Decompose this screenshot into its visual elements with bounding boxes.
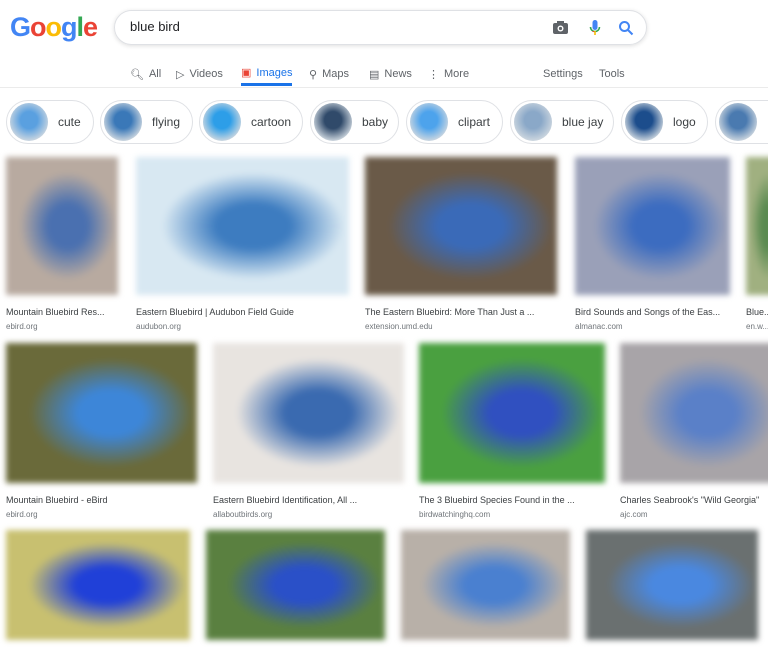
result-source: audubon.org — [136, 322, 181, 331]
result-thumbnail[interactable] — [136, 157, 349, 295]
google-logo[interactable]: Google — [10, 12, 98, 43]
result-thumbnail[interactable] — [6, 530, 190, 640]
image-result[interactable] — [6, 530, 190, 657]
chip-label: blue jay — [562, 115, 604, 129]
search-icon[interactable] — [618, 20, 634, 36]
result-title[interactable]: Mountain Bluebird Res... — [6, 307, 118, 317]
chip-label: baby — [362, 115, 389, 129]
result-source: en.w... — [746, 322, 768, 331]
search-input[interactable] — [130, 19, 530, 34]
tab-maps[interactable]: ⚲ Maps — [309, 62, 349, 86]
chip-label: logo — [673, 115, 696, 129]
related-search-chip[interactable] — [715, 100, 768, 144]
related-search-chip[interactable]: baby — [310, 100, 399, 144]
result-source: almanac.com — [575, 322, 623, 331]
chip-thumbnail — [410, 103, 448, 141]
result-source: ajc.com — [620, 510, 648, 519]
image-result[interactable]: Mountain Bluebird Res... ebird.org — [6, 157, 118, 331]
related-search-chip[interactable]: cartoon — [199, 100, 303, 144]
image-icon: ▣ — [241, 67, 252, 79]
result-title[interactable]: The Eastern Bluebird: More Than Just a .… — [365, 307, 557, 317]
related-search-chip[interactable]: cute — [6, 100, 94, 144]
related-search-chip[interactable]: logo — [621, 100, 708, 144]
chip-label: cute — [58, 115, 81, 129]
image-result[interactable]: Bird Sounds and Songs of the Eas... alman… — [575, 157, 730, 331]
chip-label: cartoon — [251, 115, 292, 129]
microphone-icon[interactable] — [589, 19, 601, 37]
result-thumbnail[interactable] — [365, 157, 557, 295]
tab-news[interactable]: ▤ News — [369, 62, 412, 86]
chip-label: flying — [152, 115, 181, 129]
tab-videos[interactable]: ▷ Videos — [176, 62, 223, 86]
result-thumbnail[interactable] — [620, 343, 768, 483]
image-result[interactable] — [401, 530, 570, 657]
tab-all[interactable]: 🔍︎ All — [130, 62, 161, 86]
tools-link[interactable]: Tools — [599, 62, 625, 86]
result-title[interactable]: The 3 Bluebird Species Found in the ... — [419, 495, 605, 505]
kebab-icon: ⋮ — [428, 68, 439, 81]
result-source: extension.umd.edu — [365, 322, 433, 331]
related-search-chip[interactable]: flying — [100, 100, 193, 144]
image-result[interactable]: Charles Seabrook's "Wild Georgia" ajc.com — [620, 343, 768, 519]
result-title[interactable]: Blue... — [746, 307, 768, 317]
image-result[interactable]: The Eastern Bluebird: More Than Just a .… — [365, 157, 557, 331]
result-title[interactable]: Bird Sounds and Songs of the Eas... — [575, 307, 730, 317]
result-thumbnail[interactable] — [401, 530, 570, 640]
result-thumbnail[interactable] — [586, 530, 758, 640]
settings-link[interactable]: Settings — [543, 62, 583, 86]
result-thumbnail[interactable] — [419, 343, 605, 483]
tab-label: Maps — [322, 68, 349, 80]
result-title[interactable]: Eastern Bluebird Identification, All ... — [213, 495, 404, 505]
result-source: ebird.org — [6, 322, 38, 331]
result-source: ebird.org — [6, 510, 38, 519]
tab-label: All — [148, 68, 162, 80]
chip-thumbnail — [514, 103, 552, 141]
tab-images[interactable]: ▣ Images — [241, 62, 293, 86]
image-result[interactable]: Mountain Bluebird - eBird ebird.org — [6, 343, 197, 519]
chip-thumbnail — [719, 103, 757, 141]
search-box — [114, 10, 647, 45]
chip-thumbnail — [314, 103, 352, 141]
result-source: allaboutbirds.org — [213, 510, 273, 519]
tab-label: News — [384, 68, 412, 80]
tab-label: Videos — [189, 68, 223, 80]
result-title[interactable]: Eastern Bluebird | Audubon Field Guide — [136, 307, 349, 317]
image-result[interactable] — [206, 530, 385, 657]
result-thumbnail[interactable] — [213, 343, 404, 483]
image-result[interactable]: Eastern Bluebird Identification, All ...… — [213, 343, 404, 519]
news-icon: ▤ — [369, 68, 380, 81]
image-result[interactable]: Eastern Bluebird | Audubon Field Guide au… — [136, 157, 349, 331]
result-title[interactable]: Charles Seabrook's "Wild Georgia" — [620, 495, 768, 505]
chip-label: clipart — [458, 115, 491, 129]
image-result[interactable]: The 3 Bluebird Species Found in the ... b… — [419, 343, 605, 519]
search-icon: 🔍︎ — [130, 68, 144, 81]
chip-thumbnail — [104, 103, 142, 141]
tab-label: More — [444, 68, 470, 80]
tab-more[interactable]: ⋮ More — [428, 62, 469, 86]
image-result[interactable] — [586, 530, 758, 657]
image-result[interactable]: Blue... en.w... — [746, 157, 768, 331]
tools-label: Tools — [599, 68, 625, 80]
result-thumbnail[interactable] — [206, 530, 385, 640]
related-search-chip[interactable]: blue jay — [510, 100, 614, 144]
divider — [0, 87, 768, 88]
result-thumbnail[interactable] — [6, 343, 197, 483]
camera-icon[interactable] — [552, 20, 569, 35]
result-thumbnail[interactable] — [575, 157, 730, 295]
tab-label: Images — [256, 66, 293, 79]
result-thumbnail[interactable] — [746, 157, 768, 295]
result-title[interactable]: Mountain Bluebird - eBird — [6, 495, 197, 505]
chip-thumbnail — [625, 103, 663, 141]
chip-thumbnail — [10, 103, 48, 141]
related-search-chip[interactable]: clipart — [406, 100, 503, 144]
play-icon: ▷ — [176, 68, 185, 81]
result-source: birdwatchinghq.com — [419, 510, 491, 519]
chip-thumbnail — [203, 103, 241, 141]
settings-label: Settings — [543, 68, 583, 80]
result-thumbnail[interactable] — [6, 157, 118, 295]
map-pin-icon: ⚲ — [309, 68, 318, 81]
